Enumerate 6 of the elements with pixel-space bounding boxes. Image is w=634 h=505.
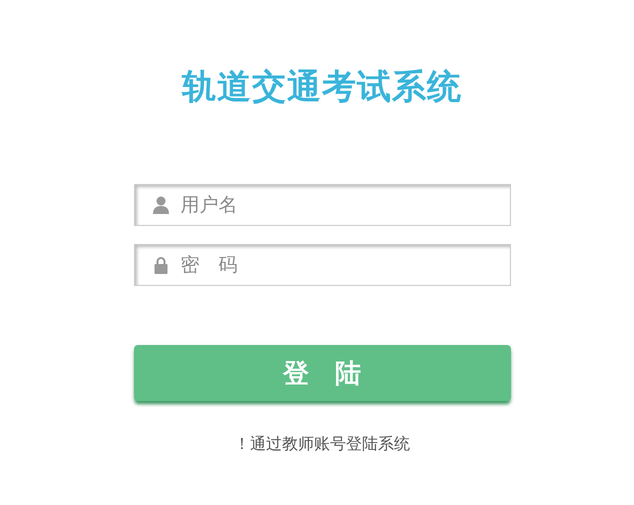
- user-icon: [150, 195, 170, 215]
- app-title: 轨道交通考试系统: [182, 66, 462, 109]
- password-field[interactable]: 密 码: [134, 244, 510, 286]
- login-hint: ！通过教师账号登陆系统: [234, 434, 410, 455]
- login-button[interactable]: 登 陆: [134, 345, 510, 401]
- username-field[interactable]: 用户名: [134, 184, 510, 226]
